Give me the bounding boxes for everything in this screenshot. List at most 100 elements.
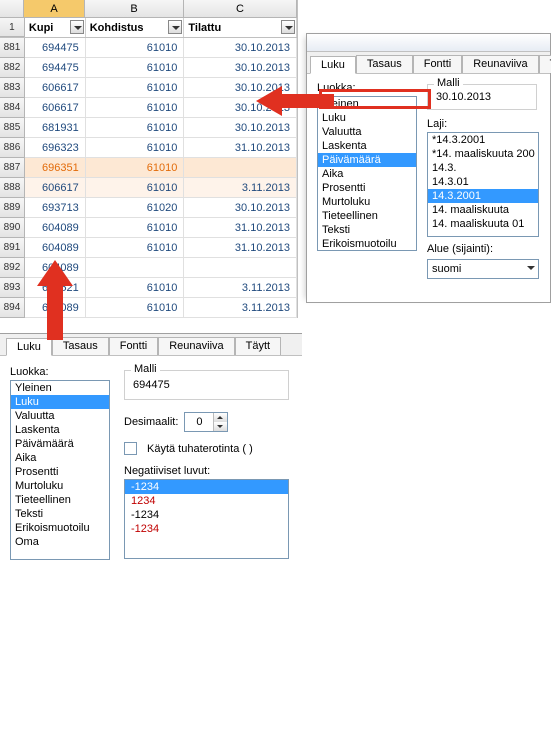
tab-fontti[interactable]: Fontti: [109, 337, 159, 355]
list-item[interactable]: Valuutta: [318, 125, 416, 139]
list-item[interactable]: Päivämäärä: [318, 153, 416, 167]
cell[interactable]: 61010: [86, 238, 185, 258]
cell[interactable]: 30.10.2013: [184, 198, 297, 218]
cell[interactable]: 694475: [25, 58, 86, 78]
dialog-titlebar[interactable]: [307, 34, 550, 52]
tab-tasaus[interactable]: Tasaus: [356, 55, 413, 73]
list-item[interactable]: 14.3.: [428, 161, 538, 175]
list-item[interactable]: Erikoismuotoilu: [11, 521, 109, 535]
row-header[interactable]: 889: [0, 198, 25, 218]
filter-dropdown-icon[interactable]: [168, 20, 182, 34]
cell[interactable]: [184, 158, 297, 178]
cell[interactable]: 606617: [25, 178, 86, 198]
cell[interactable]: 61010: [86, 218, 185, 238]
cell[interactable]: 696351: [25, 158, 86, 178]
list-item[interactable]: 14. maaliskuuta 01: [428, 217, 538, 231]
cell[interactable]: 30.10.2013: [184, 38, 297, 58]
corner-cell[interactable]: [0, 0, 24, 17]
row-header[interactable]: 892: [0, 258, 25, 278]
list-item[interactable]: Päivämäärä: [11, 437, 109, 451]
cell[interactable]: 31.10.2013: [184, 138, 297, 158]
cell[interactable]: 30.10.2013: [184, 58, 297, 78]
list-item[interactable]: Tieteellinen: [11, 493, 109, 507]
locale-combo[interactable]: suomi: [427, 259, 539, 279]
cell[interactable]: 61010: [86, 158, 185, 178]
list-item[interactable]: Teksti: [318, 223, 416, 237]
cell[interactable]: 61010: [86, 178, 185, 198]
cell[interactable]: [184, 258, 297, 278]
col-header-c[interactable]: C: [184, 0, 297, 17]
spinner-down-icon[interactable]: [213, 422, 227, 431]
cell[interactable]: 61020: [86, 198, 185, 218]
row-header-1[interactable]: 1: [0, 18, 25, 37]
cell[interactable]: 61010: [86, 298, 185, 318]
cell[interactable]: 30.10.2013: [184, 118, 297, 138]
cell[interactable]: 61010: [86, 118, 185, 138]
filter-dropdown-icon[interactable]: [281, 20, 295, 34]
category-listbox[interactable]: YleinenLukuValuuttaLaskentaPäivämääräAik…: [10, 380, 110, 560]
cell[interactable]: 606617: [25, 78, 86, 98]
filter-dropdown-icon[interactable]: [70, 20, 84, 34]
cell[interactable]: 3.11.2013: [184, 178, 297, 198]
cell[interactable]: 61010: [86, 38, 185, 58]
list-item[interactable]: Aika: [11, 451, 109, 465]
cell[interactable]: 3.11.2013: [184, 278, 297, 298]
list-item[interactable]: Tieteellinen: [318, 209, 416, 223]
list-item[interactable]: Murtoluku: [11, 479, 109, 493]
tab-täytt[interactable]: Täytt: [235, 337, 281, 355]
col-header-b[interactable]: B: [85, 0, 184, 17]
tab-luku[interactable]: Luku: [6, 338, 52, 356]
list-item[interactable]: Prosentti: [11, 465, 109, 479]
list-item[interactable]: 1234: [125, 494, 288, 508]
row-header[interactable]: 881: [0, 38, 25, 58]
cell[interactable]: 606617: [25, 98, 86, 118]
list-item[interactable]: 14. maaliskuuta: [428, 203, 538, 217]
list-item[interactable]: Aika: [318, 167, 416, 181]
cell[interactable]: 61010: [86, 78, 185, 98]
cell[interactable]: 61010: [86, 278, 185, 298]
list-item[interactable]: 14.3.2001: [428, 189, 538, 203]
list-item[interactable]: *14. maaliskuuta 200: [428, 147, 538, 161]
list-item[interactable]: Erikoismuotoilu: [318, 237, 416, 251]
tab-luku[interactable]: Luku: [310, 56, 356, 74]
row-header[interactable]: 882: [0, 58, 25, 78]
type-listbox[interactable]: *14.3.2001*14. maaliskuuta 20014.3.14.3.…: [427, 132, 539, 237]
list-item[interactable]: Laskenta: [11, 423, 109, 437]
cell[interactable]: 604089: [25, 218, 86, 238]
list-item[interactable]: -1234: [125, 508, 288, 522]
row-header[interactable]: 883: [0, 78, 25, 98]
cell[interactable]: 694475: [25, 38, 86, 58]
list-item[interactable]: Valuutta: [11, 409, 109, 423]
list-item[interactable]: *14.3.2001: [428, 133, 538, 147]
row-header[interactable]: 893: [0, 278, 25, 298]
cell[interactable]: 696323: [25, 138, 86, 158]
cell[interactable]: [86, 258, 185, 278]
list-item[interactable]: Prosentti: [318, 181, 416, 195]
cell[interactable]: 61010: [86, 138, 185, 158]
spinner-up-icon[interactable]: [213, 413, 227, 422]
list-item[interactable]: -1234: [125, 480, 288, 494]
list-item[interactable]: Luku: [11, 395, 109, 409]
cell[interactable]: 3.11.2013: [184, 298, 297, 318]
list-item[interactable]: 14.3.01: [428, 175, 538, 189]
tab-t[interactable]: T: [539, 55, 551, 73]
cell[interactable]: 31.10.2013: [184, 238, 297, 258]
row-header[interactable]: 886: [0, 138, 25, 158]
list-item[interactable]: Yleinen: [11, 381, 109, 395]
row-header[interactable]: 891: [0, 238, 25, 258]
cell[interactable]: 31.10.2013: [184, 218, 297, 238]
list-item[interactable]: -1234: [125, 522, 288, 536]
negatives-listbox[interactable]: -12341234-1234-1234: [124, 479, 289, 559]
row-header[interactable]: 885: [0, 118, 25, 138]
row-header[interactable]: 890: [0, 218, 25, 238]
thousands-checkbox[interactable]: [124, 442, 137, 455]
category-listbox[interactable]: YleinenLukuValuuttaLaskentaPäivämääräAik…: [317, 96, 417, 251]
cell[interactable]: 693713: [25, 198, 86, 218]
row-header[interactable]: 894: [0, 298, 25, 318]
cell[interactable]: 61010: [86, 58, 185, 78]
row-header[interactable]: 884: [0, 98, 25, 118]
row-header[interactable]: 888: [0, 178, 25, 198]
col-header-a[interactable]: A: [24, 0, 85, 17]
tab-reunaviiva[interactable]: Reunaviiva: [462, 55, 538, 73]
tab-reunaviiva[interactable]: Reunaviiva: [158, 337, 234, 355]
